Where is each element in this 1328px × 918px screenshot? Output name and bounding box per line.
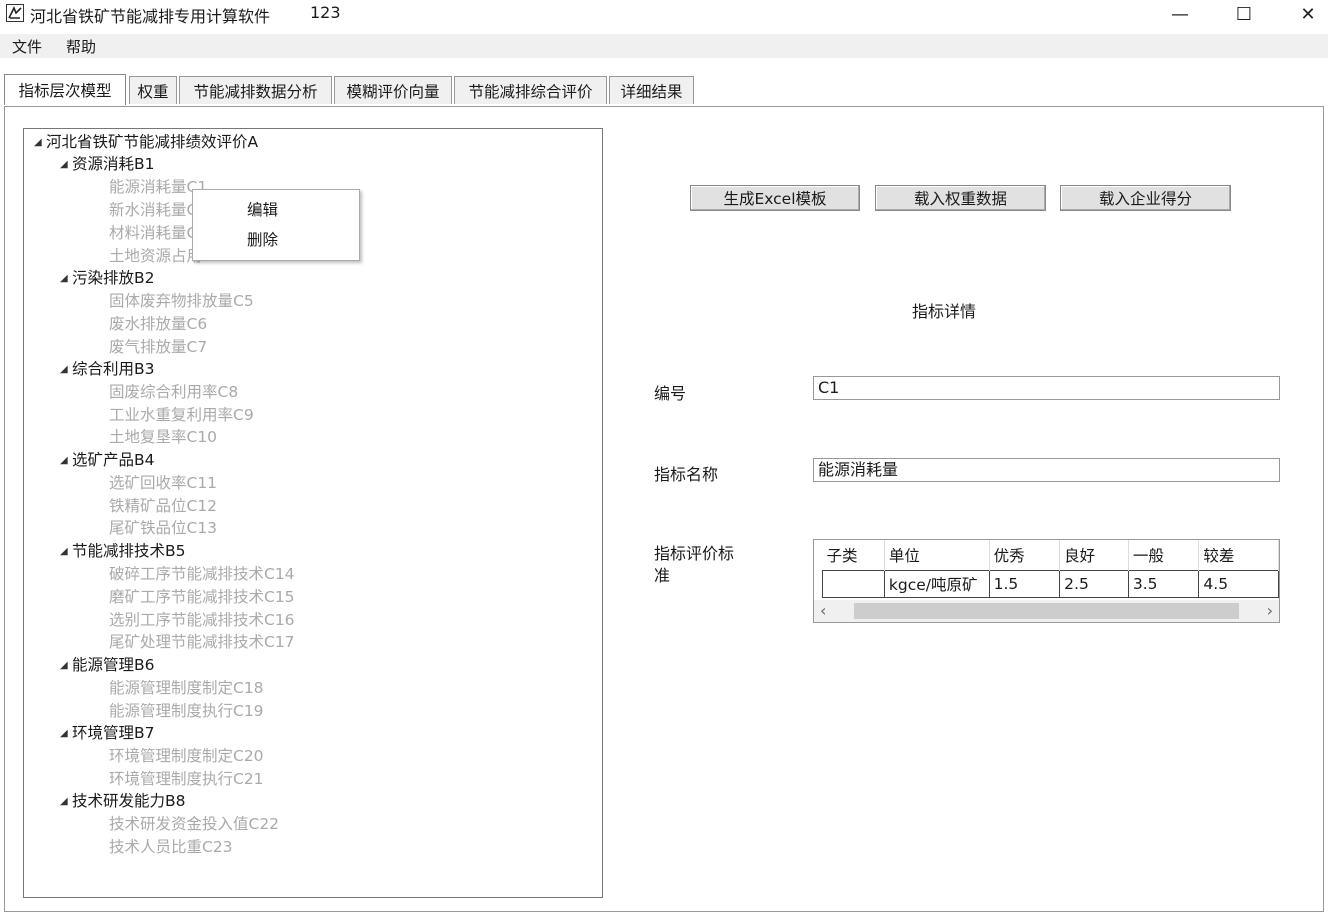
tree-leaf[interactable]: 尾矿处理节能减排技术C17 <box>109 631 295 653</box>
horizontal-scrollbar[interactable]: ‹ › <box>814 600 1279 622</box>
table-cell[interactable] <box>822 570 885 598</box>
tree-leaf[interactable]: 技术研发资金投入值C22 <box>109 813 279 835</box>
indicator-name-label: 指标名称 <box>654 465 719 484</box>
table-cell[interactable]: kgce/吨原矿 <box>883 570 990 598</box>
tree-leaf[interactable]: 选矿回收率C11 <box>109 472 217 494</box>
column-header[interactable]: 较差 <box>1198 540 1279 571</box>
tab-strip: 指标层次模型 权重 节能减排数据分析 模糊评价向量 节能减排综合评价 详细结果 <box>4 74 1324 106</box>
menu-file[interactable]: 文件 <box>12 36 42 57</box>
window-title: 河北省铁矿节能减排专用计算软件 <box>30 7 271 26</box>
tree-leaf[interactable]: 废气排放量C7 <box>109 336 207 358</box>
tree-node-root[interactable]: ◢ 河北省铁矿节能减排绩效评价A <box>34 131 258 153</box>
expand-triangle-icon[interactable]: ◢ <box>60 791 72 813</box>
column-header[interactable]: 优秀 <box>989 540 1061 571</box>
id-label: 编号 <box>654 384 687 403</box>
minimize-button[interactable]: — <box>1150 0 1210 28</box>
tree-node-group[interactable]: ◢ 环境管理B7 <box>60 722 155 744</box>
expand-triangle-icon[interactable]: ◢ <box>34 132 46 154</box>
scroll-left-icon[interactable]: ‹ <box>820 601 826 620</box>
tab-comprehensive-eval[interactable]: 节能减排综合评价 <box>454 76 607 104</box>
context-menu-delete[interactable]: 删除 <box>247 228 278 250</box>
title-bar: 河北省铁矿节能减排专用计算软件 123 — ☐ ✕ <box>0 0 1328 30</box>
tree-leaf[interactable]: 能源管理制度执行C19 <box>109 700 264 722</box>
column-header[interactable]: 良好 <box>1059 540 1129 571</box>
tab-fuzzy-vector[interactable]: 模糊评价向量 <box>334 76 452 104</box>
tab-hierarchy-model[interactable]: 指标层次模型 <box>4 74 126 105</box>
tree-node-group[interactable]: ◢ 节能减排技术B5 <box>60 540 186 562</box>
tree-leaf[interactable]: 废水排放量C6 <box>109 313 207 335</box>
tree-leaf[interactable]: 土地复垦率C10 <box>109 426 217 448</box>
id-field[interactable]: C1 <box>813 376 1280 400</box>
tree-leaf[interactable]: 磨矿工序节能减排技术C15 <box>109 586 295 608</box>
table-row[interactable]: kgce/吨原矿 1.5 2.5 3.5 4.5 <box>822 570 1279 598</box>
tab-weights[interactable]: 权重 <box>129 76 177 104</box>
context-menu: 编辑 删除 <box>192 189 360 261</box>
tab-data-analysis[interactable]: 节能减排数据分析 <box>179 76 332 104</box>
expand-triangle-icon[interactable]: ◢ <box>60 268 72 290</box>
maximize-button[interactable]: ☐ <box>1214 0 1274 28</box>
load-weight-data-button[interactable]: 载入权重数据 <box>875 185 1046 211</box>
expand-triangle-icon[interactable]: ◢ <box>60 154 72 176</box>
column-header[interactable]: 子类 <box>822 540 885 571</box>
tree-leaf[interactable]: 工业水重复利用率C9 <box>109 404 254 426</box>
table-cell[interactable]: 4.5 <box>1198 570 1279 598</box>
standard-table: 子类 单位 优秀 良好 一般 较差 kgce/吨原矿 1.5 2.5 3.5 4… <box>822 540 1279 598</box>
table-cell[interactable]: 3.5 <box>1127 570 1200 598</box>
expand-triangle-icon[interactable]: ◢ <box>60 359 72 381</box>
tree-leaf[interactable]: 能源管理制度制定C18 <box>109 677 264 699</box>
tree-leaf[interactable]: 环境管理制度制定C20 <box>109 745 264 767</box>
expand-triangle-icon[interactable]: ◢ <box>60 655 72 677</box>
expand-triangle-icon[interactable]: ◢ <box>60 723 72 745</box>
scroll-right-icon[interactable]: › <box>1267 601 1273 620</box>
details-heading: 指标详情 <box>912 302 977 321</box>
generate-excel-template-button[interactable]: 生成Excel模板 <box>690 185 860 211</box>
tree-node-group[interactable]: ◢ 资源消耗B1 <box>60 153 155 175</box>
column-header[interactable]: 单位 <box>884 540 990 571</box>
tree-leaf[interactable]: 选别工序节能减排技术C16 <box>109 609 295 631</box>
tree-leaf[interactable]: 铁精矿品位C12 <box>109 495 217 517</box>
tree-leaf[interactable]: 环境管理制度执行C21 <box>109 768 264 790</box>
window-title-suffix: 123 <box>310 3 341 22</box>
tree-node-group[interactable]: ◢ 污染排放B2 <box>60 267 155 289</box>
tree-leaf[interactable]: 尾矿铁品位C13 <box>109 517 217 539</box>
menu-help[interactable]: 帮助 <box>66 36 96 57</box>
tab-detailed-results[interactable]: 详细结果 <box>609 76 694 104</box>
tree-node-group[interactable]: ◢ 能源管理B6 <box>60 654 155 676</box>
tree-leaf[interactable]: 破碎工序节能减排技术C14 <box>109 563 295 585</box>
context-menu-edit[interactable]: 编辑 <box>247 198 278 220</box>
tree-leaf[interactable]: 固废综合利用率C8 <box>109 381 238 403</box>
standard-grid[interactable]: 子类 单位 优秀 良好 一般 较差 kgce/吨原矿 1.5 2.5 3.5 4… <box>813 539 1280 623</box>
tree-leaf[interactable]: 固体废弃物排放量C5 <box>109 290 254 312</box>
tree-node-group[interactable]: ◢ 综合利用B3 <box>60 358 155 380</box>
column-header[interactable]: 一般 <box>1128 540 1200 571</box>
expand-triangle-icon[interactable]: ◢ <box>60 450 72 472</box>
tree-node-group[interactable]: ◢ 选矿产品B4 <box>60 449 155 471</box>
table-cell[interactable]: 1.5 <box>988 570 1061 598</box>
indicator-name-field[interactable]: 能源消耗量 <box>813 458 1280 482</box>
expand-triangle-icon[interactable]: ◢ <box>60 541 72 563</box>
load-company-score-button[interactable]: 载入企业得分 <box>1060 185 1231 211</box>
menu-bar: 文件 帮助 <box>0 34 1328 58</box>
table-cell[interactable]: 2.5 <box>1059 570 1129 598</box>
scrollbar-thumb[interactable] <box>854 603 1239 619</box>
tree-leaf[interactable]: 技术人员比重C23 <box>109 836 233 858</box>
standard-label-wrap: 准 <box>654 566 671 585</box>
tree-node-group[interactable]: ◢ 技术研发能力B8 <box>60 790 186 812</box>
close-button[interactable]: ✕ <box>1278 0 1328 28</box>
standard-label: 指标评价标 <box>654 544 735 563</box>
app-icon <box>6 4 24 22</box>
